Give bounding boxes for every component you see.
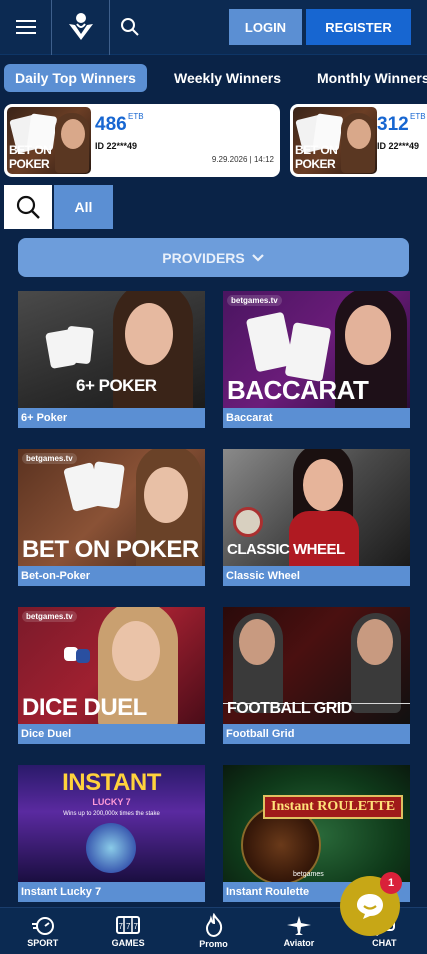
winner-tabs: Daily Top Winners Weekly Winners Monthly… xyxy=(0,64,427,94)
game-art-text: Instant ROULETTE xyxy=(263,795,404,819)
nav-aviator[interactable]: Aviator xyxy=(256,908,341,954)
game-art-text: CLASSIC WHEEL xyxy=(227,541,345,558)
game-tile[interactable]: 6+ POKER 6+ Poker xyxy=(18,291,205,428)
providers-label: PROVIDERS xyxy=(162,249,245,266)
game-tile[interactable]: FOOTBALL GRID Football Grid xyxy=(223,607,410,744)
game-artwork: INSTANT LUCKY 7 Wins up to 200,000x time… xyxy=(18,765,205,882)
tab-daily-top-winners[interactable]: Daily Top Winners xyxy=(4,64,147,92)
winner-card[interactable]: BET ON POKER 312 ETB ID 22***49 xyxy=(290,104,427,177)
winner-game-title: BET ON POKER xyxy=(9,143,52,171)
game-artwork: betgames.tv BACCARAT xyxy=(223,291,410,408)
chevron-down-icon xyxy=(251,253,264,262)
game-art-text: BET ON POKER xyxy=(22,536,199,563)
login-button[interactable]: LOGIN xyxy=(229,9,302,45)
nav-label: SPORT xyxy=(27,938,59,948)
game-tile[interactable]: CLASSIC WHEEL Classic Wheel xyxy=(223,449,410,586)
provider-brand: betgames.tv xyxy=(22,611,77,622)
nav-promo[interactable]: Promo xyxy=(171,908,256,954)
svg-text:7: 7 xyxy=(119,922,124,931)
game-art-text: INSTANT xyxy=(62,769,161,796)
winner-amount: 486 xyxy=(95,114,127,135)
airplane-icon xyxy=(286,916,311,935)
game-tile[interactable]: betgames.tv BET ON POKER Bet-on-Poker xyxy=(18,449,205,586)
game-title: 6+ Poker xyxy=(18,408,205,428)
game-title: Football Grid xyxy=(223,724,410,744)
game-title: Dice Duel xyxy=(18,724,205,744)
game-title: Classic Wheel xyxy=(223,566,410,586)
register-button[interactable]: REGISTER xyxy=(306,9,411,45)
nav-label: CHAT xyxy=(372,938,397,948)
winner-currency: ETB xyxy=(128,112,144,121)
logo[interactable] xyxy=(52,0,110,55)
game-title: Bet-on-Poker xyxy=(18,566,205,586)
nav-label: Promo xyxy=(199,939,228,949)
provider-brand: betgames xyxy=(293,871,324,878)
winner-game-thumbnail: BET ON POKER xyxy=(293,107,377,174)
search-icon xyxy=(16,195,40,219)
provider-brand: betgames.tv xyxy=(22,453,77,464)
nav-games[interactable]: 777 GAMES xyxy=(85,908,170,954)
game-tile[interactable]: INSTANT LUCKY 7 Wins up to 200,000x time… xyxy=(18,765,205,902)
filter-all-button[interactable]: All xyxy=(54,185,113,229)
nav-sport[interactable]: SPORT xyxy=(0,908,85,954)
nav-label: Aviator xyxy=(283,938,315,948)
winner-id: ID 22***49 xyxy=(95,141,138,151)
winner-card[interactable]: BET ON POKER 486 ETB ID 22***49 9.29.202… xyxy=(4,104,280,177)
logo-icon xyxy=(68,13,93,40)
game-title: Baccarat xyxy=(223,408,410,428)
chat-bubble-icon xyxy=(357,894,383,919)
providers-dropdown[interactable]: PROVIDERS xyxy=(18,238,409,277)
winner-datetime: 9.29.2026 | 14:12 xyxy=(211,155,274,164)
game-artwork: betgames.tv DICE DUEL xyxy=(18,607,205,724)
game-artwork: 6+ POKER xyxy=(18,291,205,408)
tab-weekly-winners[interactable]: Weekly Winners xyxy=(174,64,281,92)
slot-machine-icon: 777 xyxy=(116,916,141,934)
game-art-note: Wins up to 200,000x times the stake xyxy=(63,811,160,817)
tab-monthly-winners[interactable]: Monthly Winners xyxy=(317,64,427,92)
svg-text:7: 7 xyxy=(134,922,139,931)
chat-notification-badge: 1 xyxy=(380,872,402,894)
game-art-subtext: LUCKY 7 xyxy=(92,797,131,807)
flame-icon xyxy=(205,913,222,937)
game-artwork: betgames.tv BET ON POKER xyxy=(18,449,205,566)
top-header: LOGIN REGISTER xyxy=(0,0,427,55)
game-art-text: DICE DUEL xyxy=(22,694,147,721)
provider-brand: betgames.tv xyxy=(227,295,282,306)
winner-game-title: BET ON POKER xyxy=(295,143,338,171)
game-art-text: BACCARAT xyxy=(227,375,369,405)
game-search-button[interactable] xyxy=(4,185,52,229)
game-title: Instant Lucky 7 xyxy=(18,882,205,902)
game-tile[interactable]: betgames.tv BACCARAT Baccarat xyxy=(223,291,410,428)
game-art-text: FOOTBALL GRID xyxy=(227,700,352,717)
menu-icon[interactable] xyxy=(0,0,52,55)
game-tile[interactable]: betgames.tv DICE DUEL Dice Duel xyxy=(18,607,205,744)
search-icon[interactable] xyxy=(110,0,150,55)
winner-game-thumbnail: BET ON POKER xyxy=(7,107,91,174)
game-artwork: FOOTBALL GRID xyxy=(223,607,410,724)
winner-id: ID 22***49 xyxy=(377,141,420,151)
nav-label: GAMES xyxy=(111,938,145,948)
stopwatch-icon xyxy=(31,917,54,935)
winner-amount: 312 xyxy=(377,114,409,135)
svg-text:7: 7 xyxy=(126,922,131,931)
game-artwork: Instant ROULETTE betgames xyxy=(223,765,410,882)
winner-currency: ETB xyxy=(410,112,426,121)
game-art-text: 6+ POKER xyxy=(76,376,157,395)
game-artwork: CLASSIC WHEEL xyxy=(223,449,410,566)
